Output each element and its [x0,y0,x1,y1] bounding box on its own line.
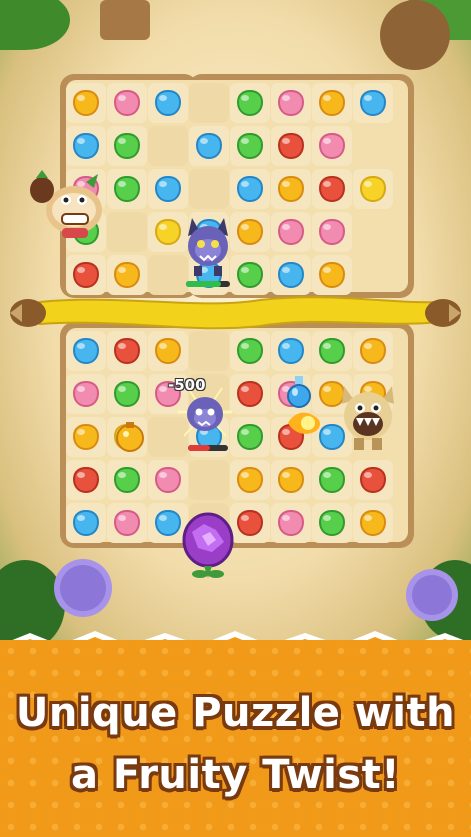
pink-fruit-gem[interactable] [275,508,307,538]
green-fruit-gem[interactable] [111,131,143,161]
fireball-icon [288,412,320,434]
red-fruit-gem[interactable] [70,465,102,495]
red-fruit-gem[interactable] [234,379,266,409]
golden-bomb-gem [116,422,144,452]
monkey-hero [30,170,102,238]
flower-decoration [60,565,106,611]
pink-fruit-gem[interactable] [275,88,307,118]
green-fruit-gem[interactable] [234,88,266,118]
green-fruit-gem[interactable] [234,131,266,161]
board-cell [189,460,229,500]
orange-fruit-gem[interactable] [70,422,102,452]
orange-fruit-gem[interactable] [357,336,389,366]
green-fruit-gem[interactable] [111,465,143,495]
orange-fruit-gem[interactable] [70,88,102,118]
orange-fruit-gem[interactable] [316,260,348,290]
pink-fruit-gem[interactable] [111,508,143,538]
enemy-health-fill [186,281,222,287]
enemy-health-bar [188,445,228,451]
promo-footer [0,640,471,837]
enemy-health-bar [186,281,230,287]
orange-fruit-gem[interactable] [316,88,348,118]
board-cell [148,126,188,166]
orange-fruit-gem[interactable] [275,174,307,204]
blue-fruit-gem[interactable] [70,131,102,161]
green-fruit-gem[interactable] [234,336,266,366]
enemy-health-fill [188,445,210,451]
blue-fruit-gem[interactable] [152,88,184,118]
green-fruit-gem[interactable] [234,260,266,290]
red-fruit-gem[interactable] [111,336,143,366]
orange-fruit-gem[interactable] [275,465,307,495]
orange-fruit-gem[interactable] [357,508,389,538]
blue-fruit-gem[interactable] [70,508,102,538]
green-fruit-gem[interactable] [316,336,348,366]
red-fruit-gem[interactable] [316,174,348,204]
hut-decoration [100,0,150,40]
blue-fruit-gem[interactable] [234,174,266,204]
pink-fruit-gem[interactable] [111,88,143,118]
red-fruit-gem[interactable] [70,260,102,290]
blue-fruit-gem[interactable] [152,174,184,204]
hut-decoration [380,0,450,70]
blue-fruit-gem[interactable] [70,336,102,366]
pink-fruit-gem[interactable] [316,217,348,247]
blue-fruit-gem[interactable] [275,336,307,366]
flower-decoration [412,575,452,615]
board-cell [189,169,229,209]
green-fruit-gem[interactable] [111,174,143,204]
banana-beam [10,296,461,330]
headline-line-1: Unique Puzzle with [15,690,456,736]
pink-fruit-gem[interactable] [275,217,307,247]
pink-fruit-gem[interactable] [316,131,348,161]
green-fruit-gem[interactable] [316,508,348,538]
orange-fruit-gem[interactable] [234,217,266,247]
footer-dot-pattern [0,640,471,837]
pink-fruit-gem[interactable] [152,465,184,495]
green-fruit-gem[interactable] [111,379,143,409]
board-cell [107,212,147,252]
orange-fruit-gem[interactable] [234,465,266,495]
red-fruit-gem[interactable] [275,131,307,161]
yellow-fruit-gem[interactable] [152,217,184,247]
yellow-fruit-gem[interactable] [357,174,389,204]
game-scene: -500 Unique Puzzle with a Fruity Twist! [0,0,471,837]
green-fruit-gem[interactable] [234,422,266,452]
headline-line-2: a Fruity Twist! [71,752,400,798]
blue-fruit-gem[interactable] [193,131,225,161]
blue-fruit-gem[interactable] [357,88,389,118]
tan-dog-hero [342,386,394,450]
purple-beetle-enemy [188,218,228,276]
orange-fruit-gem[interactable] [152,336,184,366]
orange-fruit-gem[interactable] [111,260,143,290]
pink-fruit-gem[interactable] [70,379,102,409]
damage-number: -500 [168,376,206,394]
board-cell [189,83,229,123]
red-fruit-gem[interactable] [357,465,389,495]
purple-egg-powerup[interactable] [180,510,236,582]
green-fruit-gem[interactable] [316,465,348,495]
blue-potion-icon [287,376,311,408]
red-fruit-gem[interactable] [234,508,266,538]
blue-fruit-gem[interactable] [275,260,307,290]
